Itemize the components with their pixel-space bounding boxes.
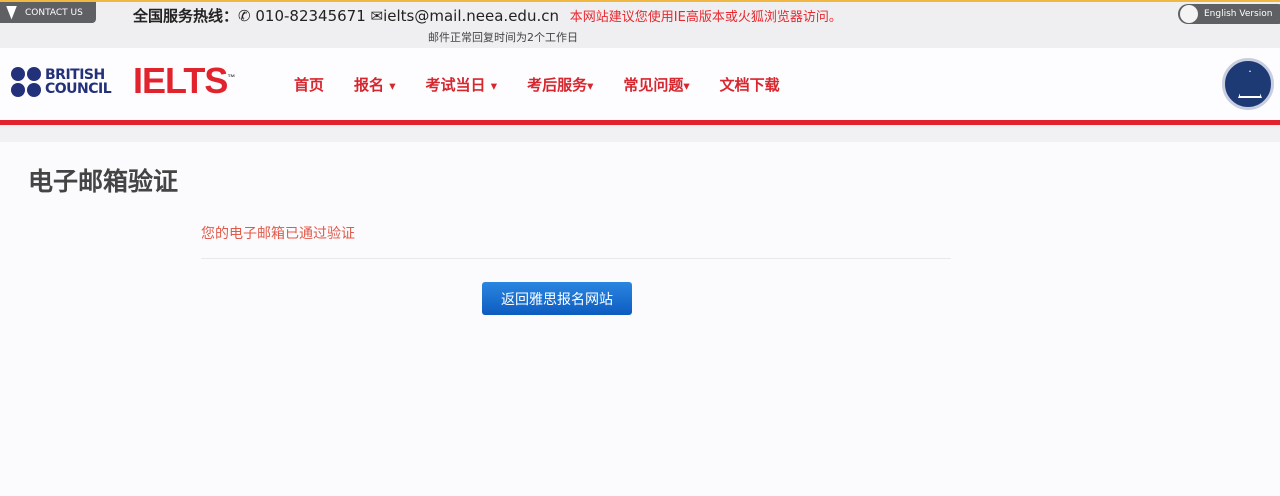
chevron-down-icon: ▾	[587, 78, 594, 93]
nav-faq[interactable]: 常见问题▾	[623, 74, 689, 95]
browser-notice: 本网站建议您使用IE高版本或火狐浏览器访问。	[569, 10, 842, 25]
phone-icon: ✆	[238, 7, 256, 25]
ielts-logo[interactable]: IELTS™	[133, 60, 235, 102]
bc-line1: BRITISH	[45, 67, 105, 83]
ielts-logo-text: IELTS	[133, 60, 228, 101]
verification-success-message: 您的电子邮箱已通过验证	[201, 226, 355, 242]
english-version-toggle[interactable]: English Version	[1178, 4, 1280, 24]
british-council-dots-icon	[11, 67, 41, 97]
content-divider	[201, 258, 951, 259]
contact-us-button[interactable]: CONTACT US	[0, 2, 96, 23]
contact-us-label: CONTACT US	[25, 7, 83, 18]
nav-after-test-label: 考后服务	[527, 76, 588, 94]
location-pin-icon	[6, 5, 17, 20]
chevron-down-icon: ▾	[389, 78, 396, 93]
reply-time-note: 邮件正常回复时间为2个工作日	[428, 31, 578, 44]
nav-test-day-label: 考试当日	[425, 76, 486, 94]
nav-register[interactable]: 报名 ▾	[354, 74, 396, 95]
neea-seal-logo	[1222, 58, 1274, 110]
bc-line2: COUNCIL	[45, 81, 112, 97]
hotline-label: 全国服务热线：	[133, 7, 239, 25]
email-link[interactable]: ielts@mail.neea.edu.cn	[383, 7, 559, 25]
nav-faq-label: 常见问题	[623, 76, 684, 94]
nav-after-test[interactable]: 考后服务▾	[527, 74, 593, 95]
page-title: 电子邮箱验证	[28, 167, 179, 196]
header-band	[0, 125, 1280, 142]
nav-register-label: 报名	[354, 76, 385, 94]
chevron-down-icon: ▾	[683, 78, 690, 93]
english-version-label: English Version	[1204, 9, 1273, 19]
nav-home[interactable]: 首页	[294, 74, 324, 95]
hotline-info: 全国服务热线：✆ 010-82345671 ✉ielts@mail.neea.e…	[133, 5, 842, 26]
return-to-ielts-site-button[interactable]: 返回雅思报名网站	[482, 282, 632, 315]
nav-test-day[interactable]: 考试当日 ▾	[426, 74, 498, 95]
chevron-down-icon: ▾	[490, 78, 498, 93]
top-bar: CONTACT US 全国服务热线：✆ 010-82345671 ✉ielts@…	[0, 0, 1280, 48]
nav-downloads[interactable]: 文档下载	[720, 74, 780, 95]
mail-icon: ✉	[370, 7, 384, 25]
phone-number: 010-82345671	[255, 7, 366, 25]
main-nav: 首页 报名 ▾ 考试当日 ▾ 考后服务▾ 常见问题▾ 文档下载	[294, 74, 780, 95]
british-council-logo[interactable]: BRITISH COUNCIL	[11, 67, 112, 97]
trademark: ™	[227, 73, 235, 82]
